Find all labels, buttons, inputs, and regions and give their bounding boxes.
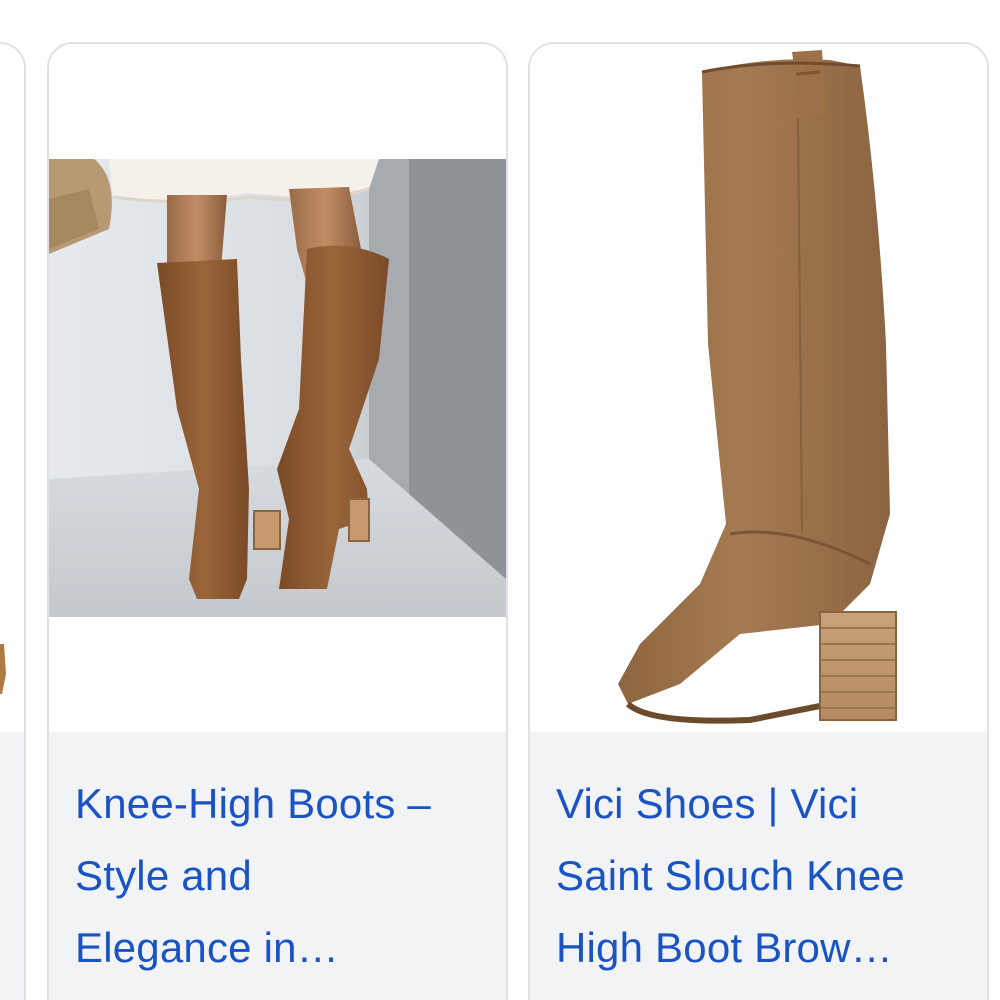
result-title-link[interactable]: Knee-High Boots – Style and Elegance in…	[75, 768, 490, 984]
result-title-line-2: Saint Slouch Knee	[556, 852, 905, 899]
result-card-knee-high-boots[interactable]: Knee-High Boots – Style and Elegance in…	[47, 42, 508, 1000]
image-results-carousel: Knee-High Boots – Style and Elegance in…	[0, 0, 1000, 1000]
result-card-caption: Vici Shoes | Vici Saint Slouch Knee High…	[530, 732, 987, 1000]
result-card-caption: Knee-High Boots – Style and Elegance in…	[49, 732, 506, 1000]
single-boot-photo	[530, 44, 987, 732]
result-thumbnail-image[interactable]	[530, 44, 987, 732]
result-title-line-3: High Boot Brow…	[556, 924, 893, 971]
result-card-caption	[0, 732, 24, 1000]
result-thumbnail-image[interactable]	[49, 159, 506, 617]
boot-fragment-image	[0, 644, 6, 694]
result-title-link[interactable]: Vici Shoes | Vici Saint Slouch Knee High…	[556, 768, 971, 984]
result-title-line-1: Knee-High Boots –	[75, 780, 431, 827]
result-title-line-3: Elegance in…	[75, 924, 339, 971]
result-card-vici-boot[interactable]: Vici Shoes | Vici Saint Slouch Knee High…	[528, 42, 989, 1000]
woman-boots-photo	[49, 159, 506, 617]
result-title-line-2: Style and	[75, 852, 252, 899]
result-card-partial[interactable]	[0, 42, 26, 1000]
result-title-line-1: Vici Shoes | Vici	[556, 780, 859, 827]
